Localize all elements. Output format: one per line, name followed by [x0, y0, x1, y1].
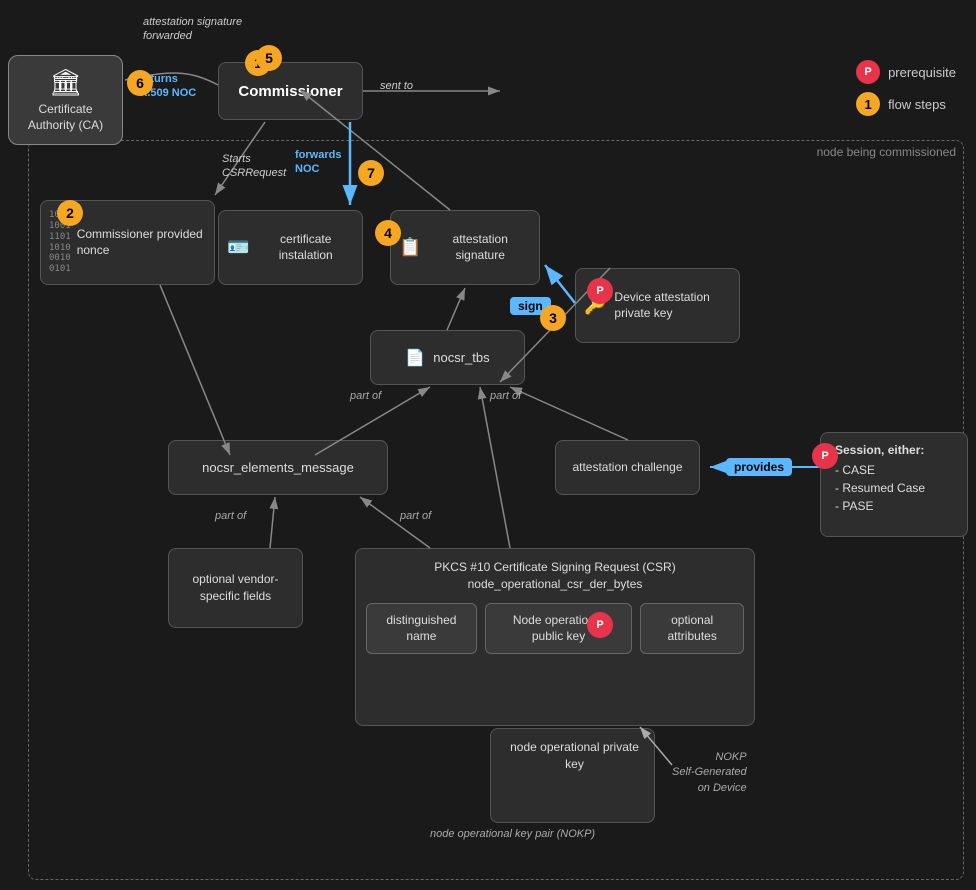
device-attestation-label: Device attestation private key [614, 290, 731, 321]
step-3-badge: 3 [540, 305, 566, 331]
nokp-self-generated-label: NOKPSelf-Generatedon Device [672, 750, 747, 796]
attestation-forwarded-label: attestation signatureforwarded [143, 15, 242, 44]
nocsr-tbs-icon: 📄 [405, 348, 425, 368]
attestation-sig-label: attestation signature [429, 232, 531, 263]
node-op-privkey-label: node operational private key [505, 739, 644, 773]
pkcs10-box: PKCS #10 Certificate Signing Request (CS… [355, 548, 755, 726]
prereq-nokp-badge: P [587, 612, 613, 638]
cert-installation-box: 🪪 certificate instalation [218, 210, 363, 285]
nokp-label: node operational key pair (NOKP) [430, 828, 595, 840]
optional-attributes-box: optional attributes [640, 603, 744, 655]
cert-install-icon: 🪪 [227, 237, 249, 258]
node-op-privkey-box: node operational private key [490, 728, 655, 823]
step-4-badge: 4 [375, 220, 401, 246]
step-7-badge: 7 [358, 160, 384, 186]
legend-flow-steps: 1 flow steps [856, 92, 956, 116]
attestation-challenge-label: attestation challenge [572, 460, 682, 476]
commissioner-box: Commissioner [218, 62, 363, 120]
nocsr-tbs-box: 📄 nocsr_tbs [370, 330, 525, 385]
cert-install-label: certificate instalation [257, 232, 354, 263]
nocsr-elements-box: nocsr_elements_message [168, 440, 388, 495]
prerequisite-badge: P [856, 60, 880, 84]
step-5-badge: 5 [256, 45, 282, 71]
legend: P prerequisite 1 flow steps [856, 60, 956, 116]
session-title: Session, either: [835, 443, 957, 457]
flow-steps-label: flow steps [888, 97, 946, 112]
region-label: node being commissioned [817, 145, 956, 159]
ca-icon: 🏛 [49, 67, 82, 98]
session-items: - CASE - Resumed Case - PASE [835, 461, 957, 515]
prerequisite-label: prerequisite [888, 65, 956, 80]
part-of-2-label: part of [490, 390, 521, 402]
attestation-challenge-box: attestation challenge [555, 440, 700, 495]
part-of-4-label: part of [400, 510, 431, 522]
diagram-container: node being commissioned P prerequisite 1… [0, 0, 976, 890]
session-box: Session, either: - CASE - Resumed Case -… [820, 432, 968, 537]
starts-csr-label: StartsCSRRequest [222, 152, 286, 181]
prereq-device-badge: P [587, 278, 613, 304]
distinguished-name-box: distinguished name [366, 603, 477, 655]
legend-prerequisite: P prerequisite [856, 60, 956, 84]
nocsr-elements-label: nocsr_elements_message [202, 460, 354, 475]
flow-steps-badge: 1 [856, 92, 880, 116]
attestation-sig-icon: 📋 [399, 237, 421, 258]
commissioner-label: Commissioner [238, 83, 342, 100]
sent-to-label: sent to [380, 80, 413, 92]
part-of-3-label: part of [215, 510, 246, 522]
optional-vendor-box: optional vendor-specific fields [168, 548, 303, 628]
attestation-sig-box: 📋 attestation signature [390, 210, 540, 285]
ca-box: 🏛 Certificate Authority (CA) [8, 55, 123, 145]
ca-title: Certificate Authority (CA) [15, 102, 116, 133]
optional-vendor-label: optional vendor-specific fields [177, 571, 294, 605]
provides-label-container: provides [726, 458, 792, 476]
provides-label: provides [726, 458, 792, 476]
part-of-1-label: part of [350, 390, 381, 402]
forwards-noc-label: forwardsNOC [295, 148, 341, 177]
pkcs10-title: PKCS #10 Certificate Signing Request (CS… [366, 559, 744, 593]
nocsr-tbs-label: nocsr_tbs [433, 350, 489, 365]
step-6-badge: 6 [127, 70, 153, 96]
step-2-badge: 2 [57, 200, 83, 226]
prereq-session-badge: P [812, 443, 838, 469]
commissioner-nonce-label: Commissioner provided nonce [77, 227, 206, 258]
